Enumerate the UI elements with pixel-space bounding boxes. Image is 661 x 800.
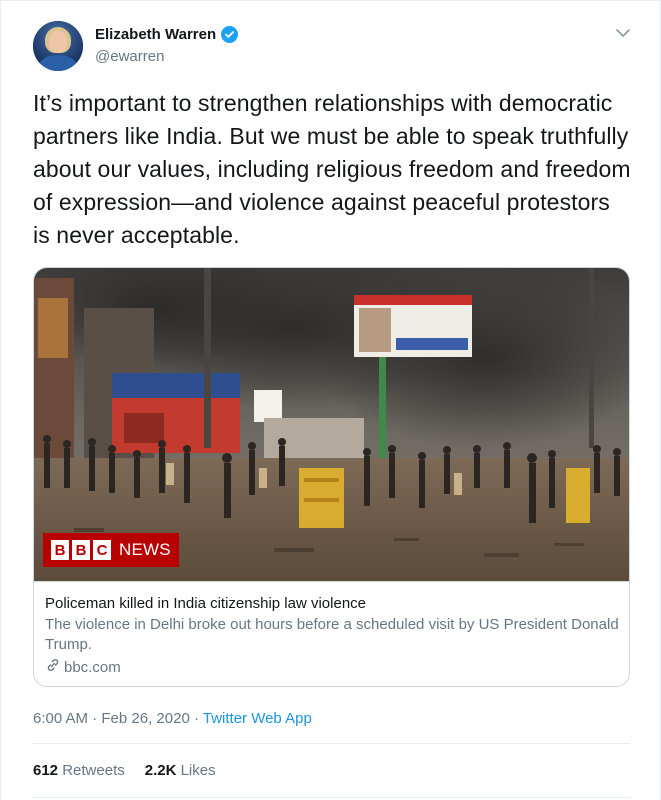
divider-bottom: [33, 797, 630, 798]
bbc-news-logo: B B C NEWS: [43, 533, 179, 567]
retweets-stat[interactable]: 612 Retweets: [33, 762, 125, 779]
card-image: B B C NEWS: [34, 268, 629, 581]
card-body[interactable]: Policeman killed in India citizenship la…: [34, 581, 629, 686]
chevron-down-icon[interactable]: [613, 23, 633, 43]
tweet-date[interactable]: Feb 26, 2020: [101, 710, 189, 727]
divider-top: [33, 743, 630, 744]
author-avatar[interactable]: [33, 21, 83, 71]
card-domain-text: bbc.com: [64, 659, 121, 676]
author-handle[interactable]: @ewarren: [95, 48, 164, 65]
card-description: The violence in Delhi broke out hours be…: [45, 616, 619, 653]
tweet-text: It’s important to strengthen relationshi…: [33, 90, 631, 248]
link-card[interactable]: B B C NEWS Policeman killed in India cit…: [33, 267, 630, 687]
author-display-name[interactable]: Elizabeth Warren: [95, 26, 216, 43]
card-title[interactable]: Policeman killed in India citizenship la…: [45, 594, 620, 614]
likes-stat[interactable]: 2.2K Likes: [145, 762, 216, 779]
tweet-header: Elizabeth Warren @ewarren: [33, 19, 633, 75]
tweet-meta: 6:00 AM · Feb 26, 2020 · Twitter Web App: [33, 710, 312, 727]
link-icon: [45, 657, 61, 679]
card-domain: bbc.com: [45, 657, 620, 679]
tweet-stats: 612 Retweets 2.2K Likes: [33, 762, 216, 779]
tweet-source[interactable]: Twitter Web App: [203, 710, 312, 727]
tweet-container: Elizabeth Warren @ewarren It’s important…: [0, 0, 661, 800]
author-name-row[interactable]: Elizabeth Warren: [95, 26, 239, 43]
verified-badge-icon: [221, 26, 239, 43]
tweet-time[interactable]: 6:00 AM: [33, 710, 88, 727]
